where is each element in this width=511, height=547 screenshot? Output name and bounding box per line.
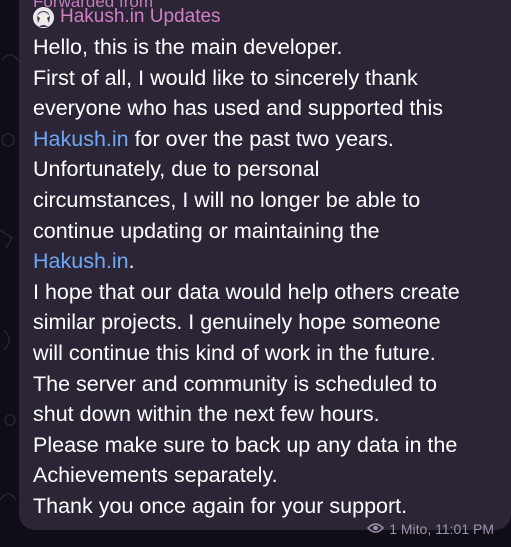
- message-line: Unfortunately, due to personal: [33, 154, 503, 185]
- message-line-text: .: [128, 249, 135, 274]
- message-meta: 1 Mito, 11:01 PM: [367, 521, 494, 537]
- message-line-text: The server and community is scheduled to: [33, 371, 437, 396]
- message-line: Achievements separately.: [33, 460, 503, 491]
- message-line-text: shut down within the next few hours.: [33, 402, 380, 427]
- message-line: Hello, this is the main developer.: [33, 32, 503, 63]
- message-line: continue updating or maintaining the: [33, 216, 503, 247]
- message-line-text: continue updating or maintaining the: [33, 218, 380, 243]
- eye-icon: [367, 521, 385, 537]
- message-line: Hakush.in.: [33, 246, 503, 277]
- message-line-text: Unfortunately, due to personal: [33, 157, 320, 182]
- message-line-text: Hello, this is the main developer.: [33, 35, 343, 59]
- message-line: everyone who has used and supported this: [33, 93, 503, 124]
- message-line: Please make sure to back up any data in …: [33, 430, 503, 461]
- message-line: shut down within the next few hours.: [33, 399, 503, 430]
- message-line: circumstances, I will no longer be able …: [33, 185, 503, 216]
- message-line: I hope that our data would help others c…: [33, 277, 503, 308]
- forwarded-channel-link[interactable]: Hakush.in Updates: [33, 6, 221, 28]
- message-line: First of all, I would like to sincerely …: [33, 63, 503, 94]
- message-line-text: will continue this kind of work in the f…: [33, 340, 436, 365]
- hakushin-link[interactable]: Hakush.in: [33, 127, 129, 151]
- message-line-text: Please make sure to back up any data in …: [33, 432, 458, 457]
- message-line-text: Thank you once again for your support.: [33, 493, 408, 518]
- message-text: Hello, this is the main developer. First …: [33, 32, 503, 522]
- message-line: Thank you once again for your support.: [33, 491, 503, 522]
- channel-name[interactable]: Hakush.in Updates: [60, 6, 221, 28]
- message-line-text: I hope that our data would help others c…: [33, 279, 460, 304]
- message-line: similar projects. I genuinely hope someo…: [33, 307, 503, 338]
- character-avatar-icon[interactable]: [33, 6, 54, 28]
- message-timestamp: 1 Mito, 11:01 PM: [389, 521, 494, 537]
- message-line-text: Achievements separately.: [33, 463, 278, 488]
- message-line-text: circumstances, I will no longer be able …: [33, 187, 421, 212]
- message-line: Hakush.in for over the past two years.: [33, 124, 503, 155]
- message-line-text: First of all, I would like to sincerely …: [33, 65, 418, 90]
- message-line: will continue this kind of work in the f…: [33, 338, 503, 369]
- message-line: The server and community is scheduled to: [33, 369, 503, 400]
- message-line-text: for over the past two years.: [128, 126, 394, 151]
- message-line-text: everyone who has used and supported this: [33, 96, 443, 121]
- hakushin-link[interactable]: Hakush.in: [33, 249, 129, 273]
- message-line-text: similar projects. I genuinely hope someo…: [33, 310, 441, 335]
